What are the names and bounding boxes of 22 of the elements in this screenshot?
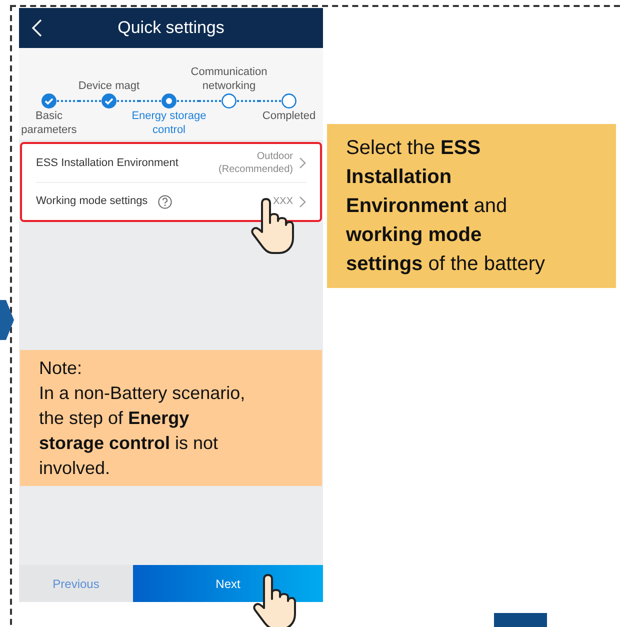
note-title: Note: xyxy=(39,357,84,380)
hand-pointer-icon xyxy=(251,571,299,627)
chevron-right-icon xyxy=(299,196,306,208)
setting-label: ESS Installation Environment xyxy=(36,156,178,171)
step-label: Device magt xyxy=(77,79,141,93)
step-label: Energy storage control xyxy=(130,109,208,137)
callout-text: Select the ESS Installation Environment and working mode settings of the battery xyxy=(346,136,546,277)
step-label: Communication networking xyxy=(190,65,268,93)
step-label: Basic parameters xyxy=(20,109,78,137)
chevron-right-icon xyxy=(299,157,306,169)
back-icon[interactable] xyxy=(32,19,42,37)
setting-value: Outdoor (Recommended) xyxy=(218,150,293,176)
setting-value: XXX xyxy=(272,195,293,208)
setting-label: Working mode settings xyxy=(36,194,148,210)
help-icon[interactable] xyxy=(158,194,172,208)
settings-row[interactable]: ESS Installation Environment Outdoor (Recommended) xyxy=(36,144,306,182)
hand-pointer-icon xyxy=(249,195,297,255)
note-text: In a non-Battery scenario, the step of Energy storage control is not involved. xyxy=(39,382,246,480)
step-label: Completed xyxy=(261,109,317,123)
arrow-icon xyxy=(0,300,14,340)
window-title: Quick settings xyxy=(118,17,224,40)
next-button[interactable]: Next xyxy=(133,565,323,602)
